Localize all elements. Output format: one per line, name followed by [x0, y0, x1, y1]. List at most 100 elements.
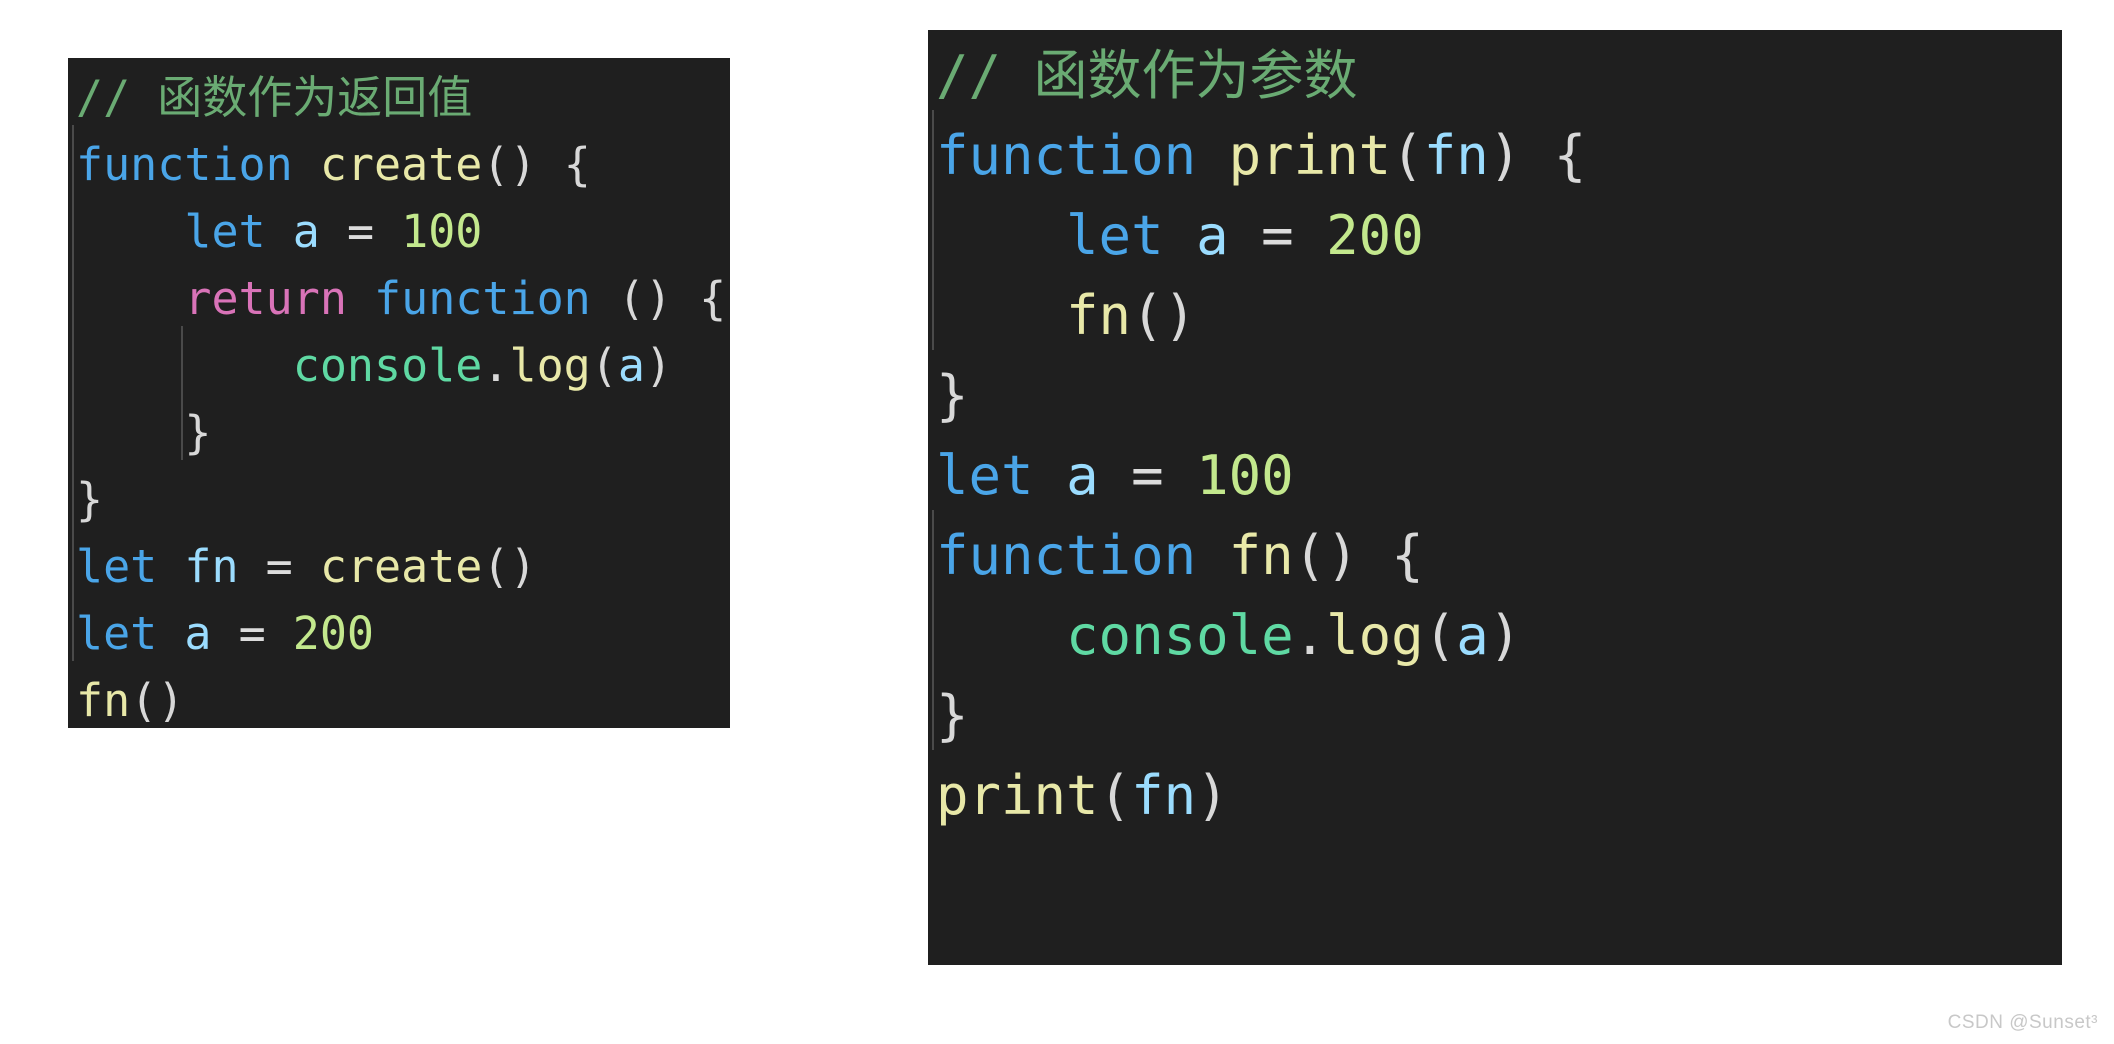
code-token-num: 200 — [1326, 204, 1424, 267]
code-token-keyword: let — [1066, 204, 1164, 267]
code-token-punct: } — [936, 684, 969, 747]
code-token-punct: () — [482, 138, 537, 191]
code-token-op: = — [1131, 444, 1164, 507]
code-token-var: a — [1196, 204, 1229, 267]
code-token-punct: () — [482, 540, 537, 593]
code-token-object: console — [1066, 604, 1294, 667]
code-token-var: fn — [1423, 124, 1489, 187]
code-token-return: return — [184, 272, 347, 325]
code-token-var: a — [1456, 604, 1489, 667]
code-token-var: a — [617, 339, 645, 392]
code-token-num: 100 — [1196, 444, 1294, 507]
code-token-func: create — [319, 138, 483, 191]
code-token-punct: } — [76, 473, 104, 526]
code-token-punct: { — [1391, 524, 1424, 587]
code-token-var: fn — [1131, 764, 1197, 827]
code-line: let a = 200 — [68, 600, 730, 667]
code-token-num: 100 — [401, 205, 483, 258]
code-token-punct: () — [1293, 524, 1359, 587]
code-line: // 函数作为返回值 — [68, 64, 730, 131]
code-line: let a = 200 — [928, 196, 2062, 276]
code-token-punct: } — [936, 364, 969, 427]
code-line: fn() — [928, 276, 2062, 356]
code-line: let a = 100 — [928, 436, 2062, 516]
code-token-func: print — [936, 764, 1099, 827]
code-lines-right: // 函数作为参数 function print(fn) { let a = 20… — [928, 36, 2062, 836]
code-token-keyword: let — [184, 205, 266, 258]
code-token-keyword: function — [936, 524, 1197, 587]
code-token-op: = — [346, 205, 375, 258]
code-token-keyword: function — [76, 138, 293, 191]
code-token-punct: ( — [1098, 764, 1132, 827]
code-token-keyword: let — [76, 540, 158, 593]
code-token-punct: () — [617, 272, 673, 325]
csdn-watermark: CSDN @Sunset³ — [1947, 1012, 2098, 1033]
code-token-func: log — [509, 339, 591, 392]
code-line: } — [68, 399, 730, 466]
code-line: fn() — [68, 667, 730, 728]
code-token-var: fn — [184, 540, 239, 593]
code-token-op: = — [265, 540, 293, 593]
code-token-keyword: function — [374, 272, 591, 325]
code-token-comment: // 函数作为返回值 — [76, 71, 473, 124]
code-token-object: console — [292, 339, 483, 392]
code-block-function-as-return-value: // 函数作为返回值 function create() { let a = 10… — [68, 58, 730, 728]
code-line: // 函数作为参数 — [928, 36, 2062, 116]
code-token-func: fn — [1066, 284, 1132, 347]
code-token-func: log — [1326, 604, 1424, 667]
code-token-keyword: let — [76, 607, 158, 660]
code-line: return function () { — [68, 265, 730, 332]
code-token-punct: . — [482, 339, 510, 392]
code-line: } — [68, 466, 730, 533]
code-line: function fn() { — [928, 516, 2062, 596]
code-token-punct: ) — [1488, 124, 1522, 187]
code-line: function print(fn) { — [928, 116, 2062, 196]
code-token-num: 200 — [292, 607, 375, 660]
code-token-keyword: let — [936, 444, 1034, 507]
code-token-func: create — [319, 540, 483, 593]
code-token-func: print — [1228, 124, 1392, 187]
code-token-func: fn — [1228, 524, 1294, 587]
code-token-punct: { — [563, 138, 591, 191]
code-token-punct: } — [184, 406, 212, 459]
code-token-var: a — [292, 205, 320, 258]
code-token-func: fn — [76, 674, 131, 727]
code-token-var: a — [184, 607, 212, 660]
code-token-comment: // 函数作为参数 — [936, 44, 1358, 107]
code-line: } — [928, 676, 2062, 756]
code-token-keyword: function — [936, 124, 1197, 187]
code-token-punct: . — [1293, 604, 1327, 667]
code-token-punct: ) — [1488, 604, 1522, 667]
code-line: let a = 100 — [68, 198, 730, 265]
code-block-function-as-parameter: // 函数作为参数 function print(fn) { let a = 20… — [928, 30, 2062, 965]
code-token-punct: ( — [1423, 604, 1457, 667]
code-token-punct: { — [1553, 124, 1587, 187]
code-line: function create() { — [68, 131, 730, 198]
code-line: print(fn) — [928, 756, 2062, 836]
code-token-punct: ( — [1391, 124, 1424, 187]
code-token-op: = — [238, 607, 266, 660]
code-token-punct: ( — [590, 339, 618, 392]
